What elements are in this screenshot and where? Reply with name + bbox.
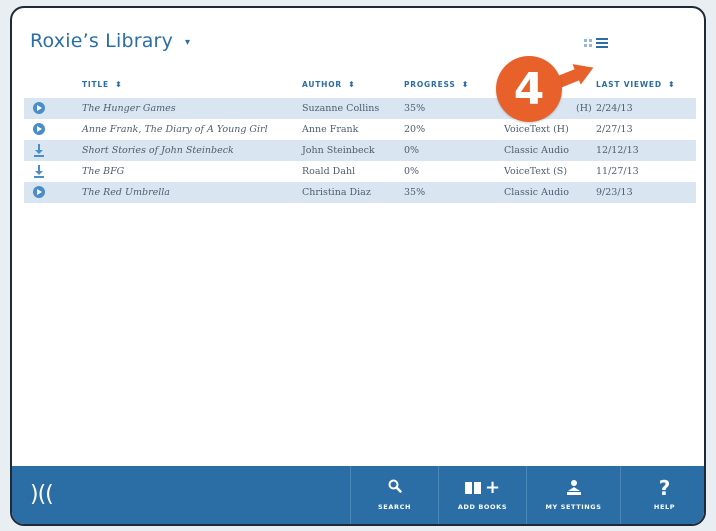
column-header-title[interactable]: TITLE ⬍ xyxy=(82,80,122,89)
book-title: Anne Frank, The Diary of A Young Girl xyxy=(82,124,268,135)
search-button[interactable]: SEARCH xyxy=(350,466,438,524)
play-icon[interactable] xyxy=(33,123,45,135)
grid-view-icon[interactable] xyxy=(584,39,592,47)
download-icon[interactable] xyxy=(33,165,45,178)
view-toggle xyxy=(584,38,608,48)
add-books-icon: + xyxy=(464,479,500,497)
book-last-viewed: 11/27/13 xyxy=(596,166,639,177)
book-progress: 0% xyxy=(404,166,420,177)
book-title: Short Stories of John Steinbeck xyxy=(82,145,234,156)
add-books-button[interactable]: + ADD BOOKS xyxy=(438,466,526,524)
table-row[interactable]: The Hunger Games Suzanne Collins 35% (H)… xyxy=(24,98,696,119)
book-table: The Hunger Games Suzanne Collins 35% (H)… xyxy=(24,98,696,203)
search-label: SEARCH xyxy=(378,503,411,511)
book-last-viewed: 2/24/13 xyxy=(596,103,633,114)
play-icon[interactable] xyxy=(33,102,45,114)
column-header-title-label: TITLE xyxy=(82,80,109,89)
table-row[interactable]: Anne Frank, The Diary of A Young Girl An… xyxy=(24,119,696,140)
library-title[interactable]: Roxie’s Library xyxy=(30,30,173,52)
book-title: The Hunger Games xyxy=(82,103,176,114)
help-button[interactable]: ? HELP xyxy=(620,466,704,524)
book-author: Christina Diaz xyxy=(302,187,371,198)
download-icon[interactable] xyxy=(33,144,45,157)
column-header-last-viewed[interactable]: LAST VIEWED ⬍ xyxy=(596,80,675,89)
book-author: John Steinbeck xyxy=(302,145,375,156)
book-format: VoiceText (S) xyxy=(504,166,568,177)
table-row[interactable]: The Red Umbrella Christina Diaz 35% Clas… xyxy=(24,182,696,203)
my-settings-button[interactable]: MY SETTINGS xyxy=(526,466,620,524)
step-callout-badge: 4 xyxy=(496,56,562,122)
column-header-progress[interactable]: PROGRESS ⬍ xyxy=(404,80,469,89)
help-icon: ? xyxy=(658,476,671,500)
book-author: Anne Frank xyxy=(302,124,359,135)
table-row[interactable]: The BFG Roald Dahl 0% VoiceText (S) 11/2… xyxy=(24,161,696,182)
book-progress: 35% xyxy=(404,103,426,114)
column-header-last-viewed-label: LAST VIEWED xyxy=(596,80,662,89)
book-progress: 20% xyxy=(404,124,426,135)
chevron-down-icon[interactable]: ▾ xyxy=(185,37,190,48)
library-header[interactable]: Roxie’s Library ▾ xyxy=(30,30,190,52)
book-format: VoiceText (H) xyxy=(504,124,569,135)
list-view-icon[interactable] xyxy=(596,38,608,48)
column-header-author[interactable]: AUTHOR ⬍ xyxy=(302,80,356,89)
settings-icon xyxy=(565,479,583,497)
book-format: Classic Audio xyxy=(504,145,569,156)
help-label: HELP xyxy=(653,503,676,511)
sort-icon[interactable]: ⬍ xyxy=(115,80,123,88)
book-last-viewed: 12/12/13 xyxy=(596,145,639,156)
book-last-viewed: 9/23/13 xyxy=(596,187,633,198)
table-row[interactable]: Short Stories of John Steinbeck John Ste… xyxy=(24,140,696,161)
add-books-label: ADD BOOKS xyxy=(457,503,508,511)
book-title: The BFG xyxy=(82,166,125,177)
play-icon[interactable] xyxy=(33,186,45,198)
my-settings-label: MY SETTINGS xyxy=(545,503,602,511)
book-format: Classic Audio xyxy=(504,187,569,198)
book-format: (H) xyxy=(576,103,592,114)
book-title: The Red Umbrella xyxy=(82,187,170,198)
app-logo: )(( xyxy=(30,482,54,507)
book-progress: 35% xyxy=(404,187,426,198)
sort-icon[interactable]: ⬍ xyxy=(348,80,356,88)
sort-icon[interactable]: ⬍ xyxy=(462,80,470,88)
book-last-viewed: 2/27/13 xyxy=(596,124,633,135)
book-progress: 0% xyxy=(404,145,420,156)
column-header-progress-label: PROGRESS xyxy=(404,80,456,89)
column-header-author-label: AUTHOR xyxy=(302,80,343,89)
book-author: Suzanne Collins xyxy=(302,103,380,114)
bottom-toolbar: )(( SEARCH + ADD BOOKS MY SETTINGS ? HEL… xyxy=(12,466,704,524)
sort-icon[interactable]: ⬍ xyxy=(668,80,676,88)
search-icon xyxy=(388,479,402,497)
library-window: Roxie’s Library ▾ TITLE ⬍ AUTHOR ⬍ PROGR… xyxy=(10,6,706,526)
book-author: Roald Dahl xyxy=(302,166,356,177)
